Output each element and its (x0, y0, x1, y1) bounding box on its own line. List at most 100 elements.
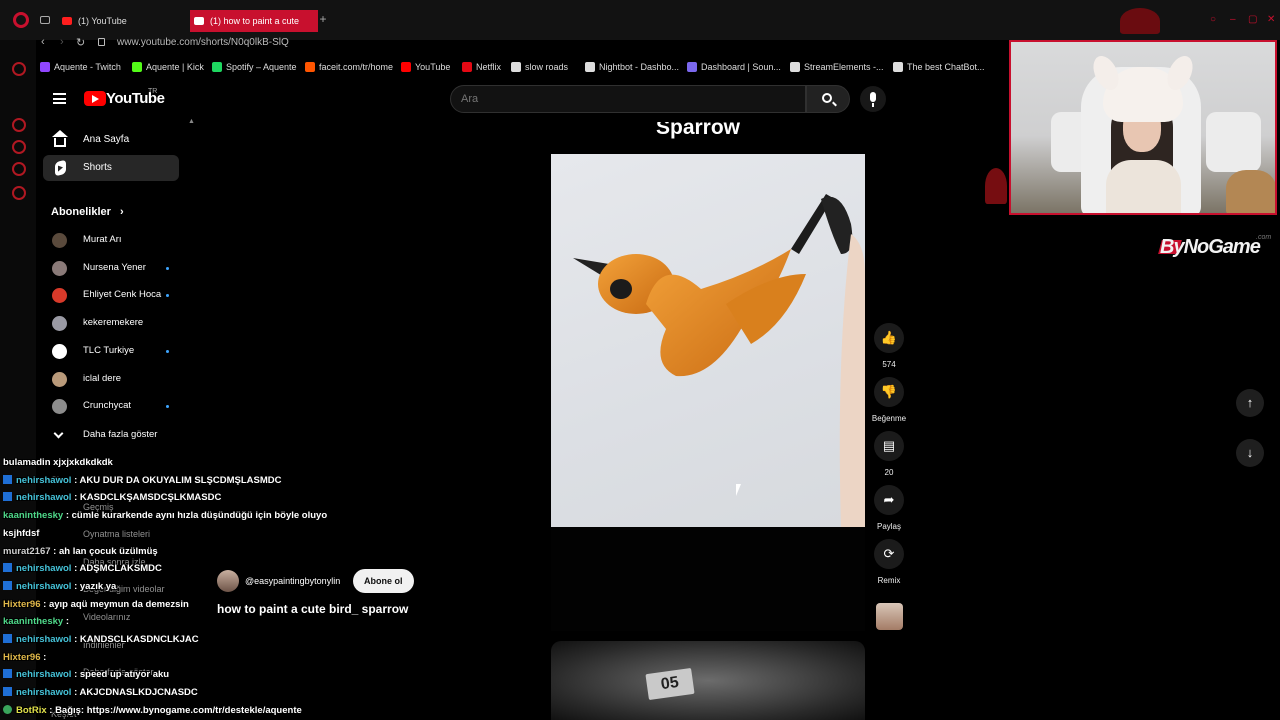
subscription-item[interactable]: TLC Turkiye (51, 341, 171, 361)
bookmark-item[interactable]: YouTube (401, 59, 450, 75)
short-caption[interactable]: how to paint a cute bird_ sparrow (217, 602, 408, 616)
bookmark-label: StreamElements -... (804, 62, 884, 72)
short-title-text: Sparrow (656, 122, 741, 139)
history-icon[interactable] (12, 118, 26, 132)
bookmark-item[interactable]: Aquente | Kick (132, 59, 204, 75)
chat-username: Hixter96 (3, 598, 41, 610)
bookmark-item[interactable]: Nightbot - Dashbo... (585, 59, 679, 75)
youtube-favicon-icon (62, 17, 72, 25)
new-tab-button[interactable]: + (316, 12, 330, 26)
settings-icon[interactable] (12, 186, 26, 200)
channel-name[interactable]: @easypaintingbytonylin (245, 576, 340, 586)
back-button[interactable]: ‹ (41, 36, 45, 48)
reload-button[interactable]: ↻ (76, 36, 85, 49)
tab-overview-icon[interactable] (40, 16, 50, 24)
bookmark-item[interactable]: The best ChatBot... (893, 59, 985, 75)
subscription-label: kekeremekere (83, 317, 144, 329)
subscription-item[interactable]: Nursena Yener (51, 258, 171, 278)
tab-short-active[interactable]: (1) how to paint a cute (190, 10, 318, 32)
channel-avatar (52, 316, 67, 332)
decor-flame (985, 168, 1007, 204)
comments-button[interactable]: ▤ (874, 431, 904, 461)
close-window-icon[interactable]: ✕ (1267, 14, 1275, 25)
chevron-down-icon (53, 428, 64, 439)
share-icon: ➦ (883, 492, 895, 507)
like-action[interactable]: 👍 574 (873, 323, 905, 369)
new-content-dot (166, 266, 169, 270)
youtube-logo-icon[interactable] (84, 91, 106, 106)
lock-icon[interactable] (98, 38, 105, 46)
bookmark-item[interactable]: Aquente - Twitch (40, 59, 121, 75)
tab-youtube[interactable]: (1) YouTube (58, 10, 178, 32)
bookmark-item[interactable]: slow roads (511, 59, 568, 75)
chat-message: nehirshawol : AKJCDNASLKDJCNASDC (3, 687, 198, 698)
bookmark-favicon-icon (790, 62, 800, 72)
background-chair (1206, 112, 1261, 172)
sidebar-scroll-up[interactable]: ▲ (188, 118, 195, 125)
search-button[interactable] (806, 85, 850, 113)
bookmark-item[interactable]: StreamElements -... (790, 59, 884, 75)
subscription-label: Nursena Yener (83, 261, 146, 273)
share-button[interactable]: ➦ (874, 485, 904, 515)
next-short-button[interactable]: ↓ (1236, 439, 1264, 467)
chat-message: nehirshawol : AKU DUR DA OKUYALIM SLŞCDM… (3, 474, 282, 486)
new-content-dot (166, 405, 169, 409)
bookmark-item[interactable]: Netflix (462, 59, 501, 75)
sidebar-item-faded[interactable]: Oynatma listeleri (83, 529, 150, 539)
subscription-item[interactable]: Crunchycat (51, 396, 171, 416)
subscriptions-heading[interactable]: Abonelikler › (51, 206, 124, 218)
remix-action[interactable]: ⟳ Remix (873, 539, 905, 585)
sidebar-item-shorts[interactable]: Shorts (43, 155, 179, 181)
menu-icon[interactable] (53, 93, 66, 104)
subscription-item[interactable]: Murat Arı (51, 230, 171, 250)
clock-icon[interactable] (12, 140, 26, 154)
subscription-item[interactable]: kekeremekere (51, 313, 171, 333)
sidebar-item-faded[interactable]: Videolarınız (83, 612, 130, 622)
remix-button[interactable]: ⟳ (874, 539, 904, 569)
subscription-item[interactable]: iclal dere (51, 369, 171, 389)
maximize-icon[interactable]: ▢ (1248, 14, 1257, 25)
subscription-label: Crunchycat (83, 400, 132, 412)
comments-action[interactable]: ▤ 20 (873, 431, 905, 477)
bookmark-item[interactable]: faceit.com/tr/home (305, 59, 393, 75)
forward-button[interactable]: › (60, 36, 64, 48)
next-short-preview[interactable]: 05 (551, 641, 865, 720)
voice-search-button[interactable] (860, 86, 886, 112)
bookmark-favicon-icon (893, 62, 903, 72)
dislike-button[interactable]: 👎 (874, 377, 904, 407)
minimize-icon[interactable]: – (1230, 14, 1236, 25)
search-input[interactable] (451, 86, 805, 112)
messenger-icon[interactable] (12, 62, 26, 76)
channel-avatar[interactable] (217, 570, 239, 592)
opera-logo-icon[interactable] (13, 12, 29, 28)
sidebar-item-home[interactable]: Ana Sayfa (43, 127, 179, 153)
previous-short-button[interactable]: ↑ (1236, 389, 1264, 417)
like-button[interactable]: 👍 (874, 323, 904, 353)
chat-message: BotRix : Bağış: https://www.bynogame.com… (3, 704, 302, 716)
dislike-action[interactable]: 👎 Beğenme (872, 377, 906, 423)
chat-text: : ADŞMCLAKSMDC (71, 563, 162, 575)
chat-text: : (40, 651, 47, 663)
chat-message: nehirshawol : ADŞMCLAKSMDC (3, 563, 162, 574)
subscribe-button[interactable]: Abone ol (353, 569, 414, 593)
share-action[interactable]: ➦ Paylaş (873, 485, 905, 531)
url-field[interactable]: www.youtube.com/shorts/N0q0lkB-SlQ (117, 37, 289, 48)
short-video-player[interactable] (551, 154, 865, 527)
bookmark-item[interactable]: Spotify – Aquente (212, 59, 297, 75)
new-content-dot (166, 349, 169, 353)
channel-thumbnail[interactable] (876, 603, 903, 630)
subscription-item[interactable]: Ehliyet Cenk Hoca (51, 285, 171, 305)
chat-platform-badge-icon (3, 669, 12, 679)
search-tabs-icon[interactable]: ○ (1210, 14, 1216, 25)
chat-username: BotRix (16, 704, 47, 716)
chat-text: : cümle kurarkende aynı hızla düşündüğü … (63, 510, 328, 522)
channel-avatar (52, 399, 67, 415)
subscription-label: TLC Turkiye (83, 344, 135, 356)
chat-username: nehirshawol (16, 669, 72, 681)
subscription-label: Murat Arı (83, 234, 122, 245)
chat-username: kaaninthesky (3, 510, 64, 522)
chat-username: nehirshawol (16, 580, 72, 592)
bookmark-item[interactable]: Dashboard | Soun... (687, 59, 781, 75)
show-more-button[interactable]: Daha fazla göster (51, 426, 191, 444)
player-icon[interactable] (12, 162, 26, 176)
